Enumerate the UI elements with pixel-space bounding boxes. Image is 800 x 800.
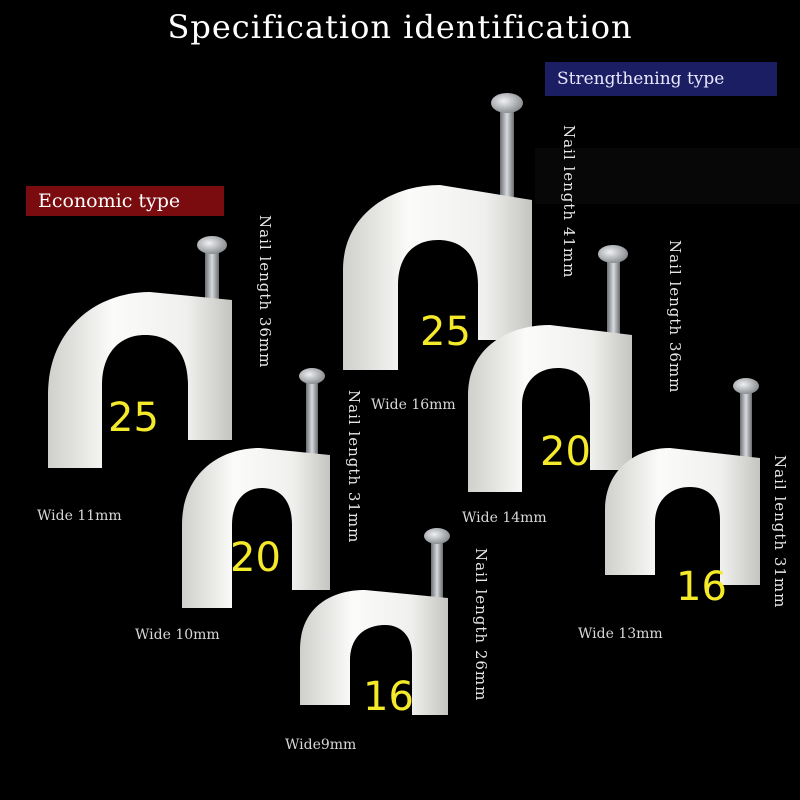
nail-head: [733, 378, 759, 394]
product-spec-image: Specification identification Strengtheni…: [0, 0, 800, 800]
clip-body: [182, 448, 330, 608]
economic-type-badge: Economic type: [26, 186, 224, 216]
size-label-economic-25: 25: [108, 395, 159, 441]
width-label-economic-20: Wide 10mm: [135, 627, 220, 643]
size-label-economic-20: 20: [230, 535, 281, 581]
nail-head: [491, 93, 523, 113]
nail-head: [299, 368, 325, 384]
strengthening-type-badge: Strengthening type: [545, 62, 777, 96]
width-label-strengthening-20: Wide 14mm: [462, 510, 547, 526]
size-label-strengthening-20: 20: [540, 429, 591, 475]
width-label-economic-16: Wide9mm: [285, 737, 357, 753]
size-label-economic-16: 16: [363, 674, 414, 720]
page-title: Specification identification: [167, 8, 633, 46]
nail-head: [197, 236, 227, 254]
nail-length-strengthening-25: Nail length 41mm: [560, 125, 578, 279]
size-label-strengthening-25: 25: [420, 309, 471, 355]
width-label-strengthening-16: Wide 13mm: [578, 626, 663, 642]
nail-length-economic-20: Nail length 31mm: [345, 390, 363, 544]
clip-body: [48, 292, 232, 468]
nail-head: [598, 245, 628, 263]
width-label-strengthening-25: Wide 16mm: [371, 397, 456, 413]
size-label-strengthening-16: 16: [676, 564, 727, 610]
nail-head: [424, 528, 450, 544]
nail-length-economic-16: Nail length 26mm: [472, 548, 490, 702]
nail-length-strengthening-20: Nail length 36mm: [666, 240, 684, 394]
nail-length-strengthening-16: Nail length 31mm: [771, 455, 789, 609]
nail-length-economic-25: Nail length 36mm: [256, 215, 274, 369]
width-label-economic-25: Wide 11mm: [37, 508, 122, 524]
